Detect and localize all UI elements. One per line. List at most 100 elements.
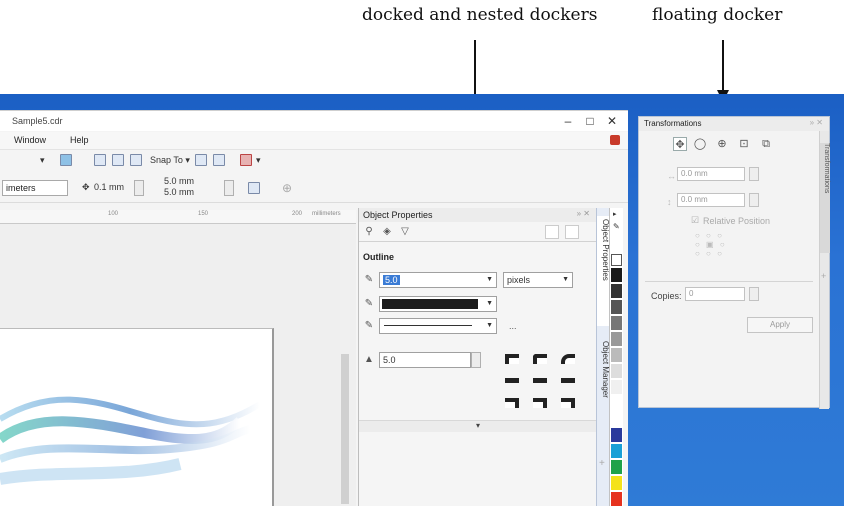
launcher-icon[interactable] [60, 154, 72, 166]
add-docker-icon[interactable]: + [599, 458, 605, 469]
palette-swatch[interactable] [611, 380, 622, 394]
page-layout-icon[interactable] [248, 182, 260, 194]
floating-close-icon[interactable]: » ✕ [810, 118, 823, 127]
color-pen-icon: ✎ [364, 298, 374, 309]
nudge-value[interactable]: 0.1 mm [94, 182, 124, 192]
outline-units-select[interactable]: pixels ▼ [503, 272, 573, 288]
duplicate-y-value[interactable]: 5.0 mm [164, 187, 194, 197]
rotate-mode-icon[interactable]: ◯ [693, 137, 707, 151]
y-position-spinner[interactable] [749, 193, 759, 207]
grid-icon[interactable] [130, 154, 142, 166]
line-style-preview [384, 325, 472, 326]
palette-swatch[interactable] [611, 492, 622, 506]
miter-spinner[interactable] [471, 352, 481, 368]
menu-window[interactable]: Window [14, 135, 46, 145]
rulers-icon[interactable] [112, 154, 124, 166]
fill-tab-icon[interactable]: ◈ [381, 226, 393, 238]
drawing-canvas[interactable] [0, 224, 356, 506]
cap-square-icon[interactable] [561, 378, 575, 383]
dash-settings[interactable]: ... [509, 321, 517, 331]
duplicate-spinner[interactable] [224, 180, 234, 196]
color-dropdown-icon[interactable]: ▼ [486, 300, 493, 307]
palette-swatch[interactable] [611, 460, 622, 474]
drawing-page [0, 328, 274, 506]
x-position-spinner[interactable] [749, 167, 759, 181]
horizontal-ruler: 100 150 200 millimeters [0, 210, 356, 224]
units-dropdown-icon[interactable]: ▼ [562, 276, 569, 283]
apply-button[interactable]: Apply [747, 317, 813, 333]
palette-swatch[interactable] [611, 444, 622, 458]
line-style-field[interactable]: ▼ [379, 318, 497, 334]
palette-eyedropper-icon[interactable]: ✎ [613, 222, 620, 231]
palette-swatch[interactable] [611, 476, 622, 490]
cap-butt-icon[interactable] [505, 378, 519, 383]
copies-spinner[interactable] [749, 287, 759, 301]
palette-swatch[interactable] [611, 300, 622, 314]
corner-miter-icon[interactable] [505, 354, 519, 364]
launch-dropdown-icon[interactable]: ▾ [256, 155, 261, 166]
maximize-button[interactable]: □ [580, 111, 600, 131]
minimize-button[interactable]: – [558, 111, 578, 131]
export-icon[interactable] [565, 225, 579, 239]
position-center-icon[interactable] [533, 398, 547, 408]
corner-round-icon[interactable] [533, 354, 547, 364]
relative-position-checkbox[interactable]: ☑ [691, 215, 699, 226]
scale-mirror-mode-icon[interactable]: ⊕ [715, 137, 729, 151]
outline-width-field[interactable]: 5.0 ▼ [379, 272, 497, 288]
palette-swatch[interactable] [611, 268, 622, 282]
cap-round-icon[interactable] [533, 378, 547, 383]
nudge-spinner[interactable] [134, 180, 144, 196]
close-button[interactable]: ✕ [602, 111, 622, 131]
vertical-scrollbar[interactable] [340, 224, 350, 506]
docker-close-icon[interactable]: » ✕ [577, 209, 590, 218]
position-outside-icon[interactable] [505, 398, 519, 408]
tab-transformations[interactable]: Transformations [820, 143, 830, 253]
palette-swatch[interactable] [611, 348, 622, 362]
palette-swatch[interactable] [611, 428, 622, 442]
snap-to-dropdown[interactable]: Snap To ▾ [150, 155, 190, 166]
options-icon[interactable] [195, 154, 207, 166]
docker-category-tabs: ⚲ ◈ ▽ [359, 222, 597, 242]
dropdown-chevron-icon[interactable]: ▾ [40, 155, 45, 166]
nudge-icon: ✥ [82, 182, 90, 192]
outline-color-swatch [382, 299, 478, 309]
palette-swatch[interactable] [611, 332, 622, 346]
palette-swatch[interactable] [611, 284, 622, 298]
x-position-field[interactable]: 0.0 mm [677, 167, 745, 181]
outline-color-field[interactable]: ▼ [379, 296, 497, 312]
frame-icon[interactable] [545, 225, 559, 239]
fullscreen-preview-icon[interactable] [94, 154, 106, 166]
vertical-scroll-thumb[interactable] [341, 354, 349, 504]
add-page-icon[interactable]: ⊕ [282, 181, 292, 195]
size-mode-icon[interactable]: ⊡ [737, 137, 751, 151]
corner-bevel-icon[interactable] [561, 354, 575, 364]
no-color-swatch[interactable] [611, 254, 622, 266]
position-mode-icon[interactable]: ✥ [673, 137, 687, 151]
launch-icon[interactable] [240, 154, 252, 166]
menu-help[interactable]: Help [70, 135, 89, 145]
palette-swatch[interactable] [611, 396, 622, 410]
units-select[interactable]: imeters [2, 180, 68, 196]
wave-artwork [0, 396, 262, 485]
transparency-tab-icon[interactable]: ▽ [399, 226, 411, 238]
transformations-title: Transformations [639, 117, 829, 131]
align-icon[interactable] [213, 154, 225, 166]
skew-mode-icon[interactable]: ⧉ [759, 137, 773, 151]
palette-swatch[interactable] [611, 364, 622, 378]
duplicate-x-value[interactable]: 5.0 mm [164, 176, 194, 186]
notification-icon[interactable] [610, 135, 620, 145]
float-divider [645, 281, 813, 282]
miter-limit-field[interactable]: 5.0 [379, 352, 471, 368]
anchor-grid[interactable]: ○ ○ ○ ○ ▣ ○ ○ ○ ○ [695, 231, 727, 258]
y-position-field[interactable]: 0.0 mm [677, 193, 745, 207]
floating-add-icon[interactable]: + [821, 271, 826, 281]
more-options-expander[interactable]: ▾ [359, 420, 597, 432]
position-inside-icon[interactable] [561, 398, 575, 408]
style-dropdown-icon[interactable]: ▼ [486, 322, 493, 329]
width-dropdown-icon[interactable]: ▼ [486, 276, 493, 283]
palette-scroll-up-icon[interactable]: ▸ [613, 210, 617, 218]
copies-field[interactable]: 0 [685, 287, 745, 301]
palette-swatch[interactable] [611, 316, 622, 330]
docker-tab-strip: Object Properties Object Manager + [596, 208, 610, 506]
outline-pen-tab-icon[interactable]: ⚲ [363, 226, 375, 238]
